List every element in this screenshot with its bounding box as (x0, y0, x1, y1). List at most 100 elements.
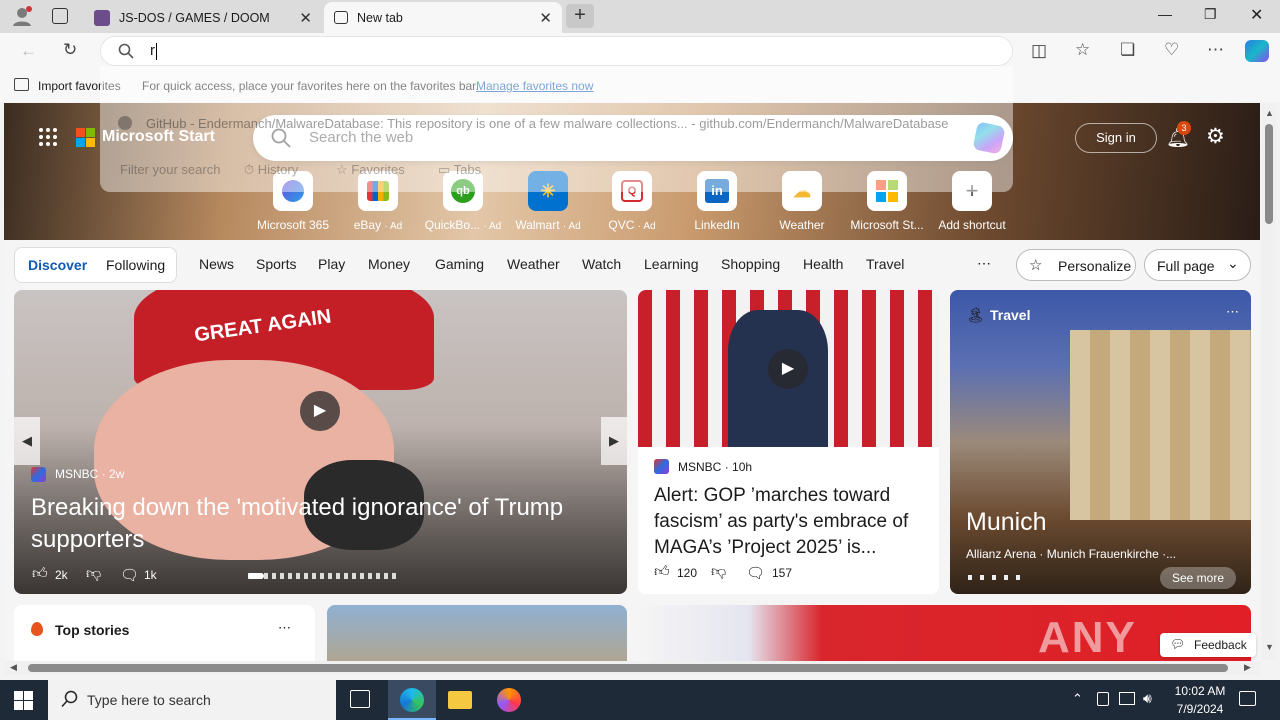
category-money[interactable]: Money (368, 256, 410, 272)
carousel-next-button[interactable]: ▶ (601, 417, 627, 465)
web-search-box[interactable]: Search the web (253, 115, 1013, 161)
feedback-button[interactable]: 💬︎ Feedback (1160, 633, 1256, 657)
volume-icon[interactable]: 🔊︎ (1143, 690, 1152, 707)
close-tab-icon[interactable]: ✕ (299, 9, 312, 27)
scroll-up-arrow-icon[interactable]: ▲ (1265, 108, 1274, 118)
task-view-icon[interactable] (350, 690, 370, 708)
shortcut-microsoft-store[interactable]: Microsoft St... (847, 171, 927, 232)
firefox-icon[interactable] (497, 688, 521, 712)
play-video-icon[interactable]: ▶ (300, 391, 340, 431)
close-tab-icon[interactable]: ✕ (539, 9, 552, 27)
add-shortcut-button[interactable]: + Add shortcut (932, 171, 1012, 232)
card-more-options-icon[interactable]: ⋯ (278, 620, 291, 636)
clock-date[interactable]: 7/9/2024 (1170, 702, 1230, 716)
more-options-icon[interactable]: ⋯ (1207, 40, 1224, 60)
card-headline[interactable]: Breaking down the 'motivated ignorance' … (31, 492, 611, 556)
shortcut-quickbooks[interactable]: qb QuickBo... · Ad (423, 171, 503, 232)
tab-jsdos[interactable]: JS-DOS / GAMES / DOOM ✕ (84, 2, 322, 33)
shortcut-ebay[interactable]: eBay · Ad (338, 171, 418, 232)
minimize-icon[interactable]: — (1158, 6, 1172, 22)
vertical-scrollbar[interactable]: ▲ ▼ (1262, 104, 1276, 660)
split-screen-icon[interactable]: ◫ (1031, 41, 1047, 61)
dislike-icon[interactable]: 👎︎ (711, 563, 726, 581)
shortcut-microsoft-365[interactable]: Microsoft 365 (253, 171, 333, 232)
shortcut-walmart[interactable]: ✳ Walmart · Ad (508, 171, 588, 232)
web-search-input[interactable]: Search the web (309, 129, 413, 146)
edge-taskbar-icon[interactable] (388, 680, 436, 720)
address-bar[interactable] (100, 36, 1013, 66)
category-shopping[interactable]: Shopping (721, 256, 780, 272)
like-icon[interactable]: 👍︎ (654, 563, 670, 581)
shortcut-weather[interactable]: ☁ Weather (762, 171, 842, 232)
shortcut-qvc[interactable]: Q QVC · Ad (592, 171, 672, 232)
category-travel[interactable]: Travel (866, 256, 904, 272)
personalize-button[interactable]: ☆ Personalize (1016, 249, 1136, 281)
like-icon[interactable]: 👍︎ (32, 565, 48, 583)
comment-icon[interactable]: 🗨︎ (746, 564, 765, 582)
favorites-star-icon[interactable]: ☆ (1075, 40, 1090, 60)
comment-icon[interactable]: 🗨︎ (120, 566, 139, 584)
play-video-icon[interactable]: ▶ (768, 349, 808, 389)
scroll-left-arrow-icon[interactable]: ◀ (10, 662, 17, 673)
new-tab-button[interactable]: + (566, 4, 594, 28)
window-close-icon[interactable]: ✕ (1250, 5, 1263, 25)
profile-avatar-icon[interactable] (11, 5, 33, 27)
scroll-right-arrow-icon[interactable]: ▶ (1244, 662, 1251, 673)
sign-in-button[interactable]: Sign in (1075, 123, 1157, 153)
category-health[interactable]: Health (803, 256, 843, 272)
news-card-gop[interactable]: ▶ MSNBC · 10h Alert: GOP ’marches toward… (638, 290, 939, 594)
see-more-button[interactable]: See more (1160, 567, 1236, 589)
carousel-prev-button[interactable]: ◀ (14, 417, 40, 465)
tab-new-tab[interactable]: New tab ✕ (324, 2, 562, 33)
ms-start-brand[interactable]: Microsoft Start (102, 128, 215, 146)
device-icon[interactable] (1097, 692, 1109, 706)
scroll-thumb[interactable] (1265, 124, 1273, 224)
restore-icon[interactable]: ❐ (1204, 6, 1217, 23)
linkedin-icon: in (697, 171, 737, 211)
apps-grid-icon[interactable] (38, 127, 58, 147)
category-news[interactable]: News (199, 256, 234, 272)
start-windows-icon[interactable] (14, 691, 33, 710)
horizontal-scrollbar[interactable]: ◀ ▶ (4, 661, 1260, 675)
tab-following[interactable]: Following (106, 257, 165, 273)
address-input[interactable]: r (150, 42, 155, 59)
collections-icon[interactable]: ❏ (1120, 40, 1135, 60)
chevron-up-icon[interactable]: ⌃ (1072, 691, 1083, 707)
category-watch[interactable]: Watch (582, 256, 621, 272)
layout-select[interactable]: Full page ⌄ (1144, 249, 1251, 281)
copilot-icon[interactable] (972, 121, 1006, 155)
tab-discover[interactable]: Discover (28, 257, 87, 273)
card-more-options-icon[interactable]: ⋯ (1226, 304, 1239, 320)
category-sports[interactable]: Sports (256, 256, 296, 272)
refresh-icon[interactable]: ↻ (63, 40, 77, 60)
travel-title[interactable]: Munich (966, 508, 1047, 537)
dislike-icon[interactable]: 👎︎ (86, 565, 101, 583)
carousel-dots[interactable] (968, 575, 1020, 580)
category-gaming[interactable]: Gaming (435, 256, 484, 272)
manage-favorites-link[interactable]: Manage favorites now (476, 79, 593, 93)
clock-time[interactable]: 10:02 AM (1170, 684, 1230, 698)
notification-center-icon[interactable] (1239, 691, 1256, 706)
copilot-icon[interactable] (1245, 40, 1269, 62)
news-card-outdoor[interactable] (327, 605, 627, 661)
shortcut-linkedin[interactable]: in LinkedIn (677, 171, 757, 232)
category-play[interactable]: Play (318, 256, 345, 272)
taskbar-search-box[interactable]: Type here to search (48, 680, 336, 720)
carousel-dots[interactable] (248, 573, 398, 579)
card-headline[interactable]: Alert: GOP ’marches toward fascism’ as p… (654, 483, 926, 561)
taskbar-search-input[interactable]: Type here to search (87, 692, 211, 708)
travel-card[interactable]: 🏝 Travel ⋯ Munich Allianz Arena · Munich… (950, 290, 1251, 594)
category-weather[interactable]: Weather (507, 256, 560, 272)
browser-essentials-icon[interactable]: ♡ (1164, 40, 1179, 60)
category-learning[interactable]: Learning (644, 256, 699, 272)
main-news-card[interactable]: GREAT AGAIN ▶ ◀ ▶ MSNBC · 2w Breaking do… (14, 290, 627, 594)
network-icon[interactable] (1119, 692, 1135, 705)
more-categories-icon[interactable]: ⋯ (977, 255, 991, 272)
file-explorer-icon[interactable] (448, 691, 472, 709)
back-icon[interactable]: ← (20, 41, 37, 61)
scroll-down-arrow-icon[interactable]: ▼ (1265, 642, 1274, 652)
tab-actions-icon[interactable] (52, 8, 68, 24)
scroll-thumb[interactable] (28, 664, 1228, 672)
settings-gear-icon[interactable]: ⚙ (1206, 124, 1225, 149)
import-favorites-button[interactable]: Import favorites (38, 79, 121, 93)
